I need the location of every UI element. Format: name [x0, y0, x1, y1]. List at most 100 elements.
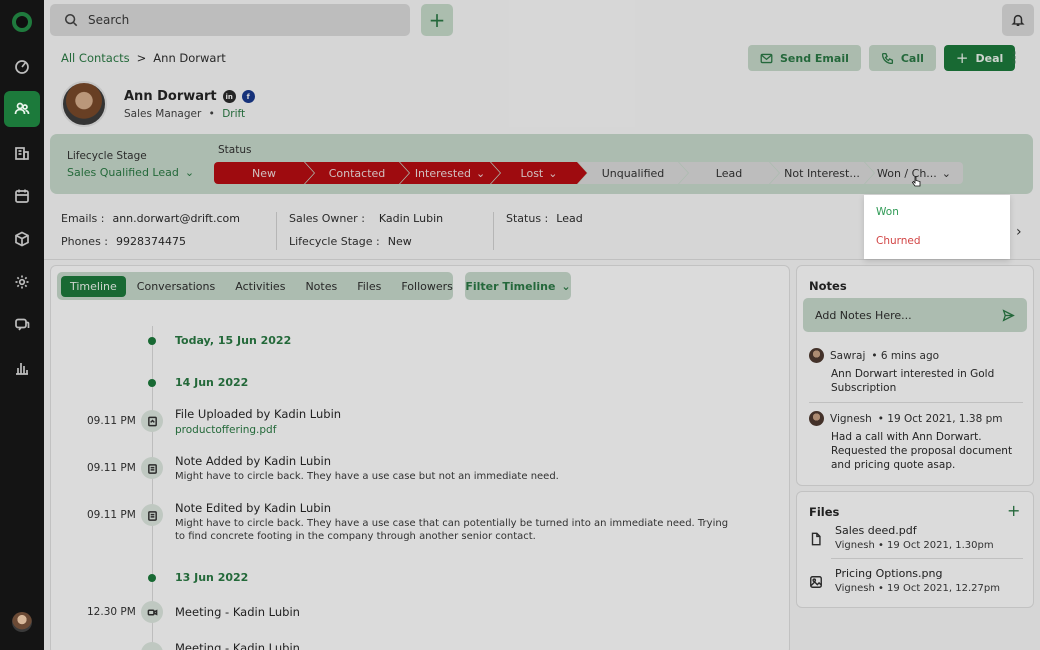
stage-new[interactable]: New	[214, 162, 314, 184]
add-deal-button[interactable]: + Deal	[943, 45, 1016, 71]
note-item: Vignesh • 19 Oct 2021, 1.38 pm Had a call…	[809, 411, 1023, 472]
file-link[interactable]: productoffering.pdf	[175, 424, 276, 436]
bell-icon	[1011, 14, 1025, 26]
status-field-value: Lead	[556, 212, 583, 225]
calendar-icon[interactable]	[12, 186, 32, 206]
files-title: Files	[809, 505, 840, 519]
settings-icon[interactable]	[12, 272, 32, 292]
stage-not-interested[interactable]: Not Interest...	[770, 162, 874, 184]
tab-timeline[interactable]: Timeline	[61, 275, 126, 297]
breadcrumb-current: Ann Dorwart	[153, 51, 226, 65]
stage-lost[interactable]: Lost ⌄	[491, 162, 587, 184]
filter-timeline-button[interactable]: Filter Timeline ⌄	[465, 272, 571, 300]
timeline-date: Today, 15 Jun 2022	[175, 334, 292, 347]
stage-label: Not Interest...	[784, 166, 860, 180]
event-time: 12.30 PM	[87, 606, 136, 618]
tab-followers[interactable]: Followers	[392, 276, 462, 297]
note-icon	[141, 504, 163, 526]
search-input[interactable]: Search	[50, 4, 410, 36]
tab-files[interactable]: Files	[348, 276, 390, 297]
company-link[interactable]: Drift	[222, 108, 245, 120]
phones-label: Phones :	[61, 235, 109, 248]
call-button[interactable]: Call	[868, 45, 936, 71]
search-icon	[64, 13, 78, 27]
won-churned-dropdown: Won Churned	[864, 195, 1010, 259]
quick-add-button[interactable]: +	[421, 4, 453, 36]
file-item[interactable]: Pricing Options.png Vignesh • 19 Oct 2021…	[809, 567, 1023, 594]
timeline-tabs: Timeline Conversations Activities Notes …	[57, 272, 453, 300]
dashboard-icon[interactable]	[12, 56, 32, 76]
note-text: Had a call with Ann Dorwart. Requested t…	[831, 431, 1013, 471]
event-title: File Uploaded by Kadin Lubin	[175, 407, 342, 421]
reports-icon[interactable]	[12, 358, 32, 378]
add-note-input[interactable]: Add Notes Here...	[803, 298, 1027, 332]
left-nav-rail	[0, 0, 44, 650]
send-icon[interactable]	[1002, 308, 1015, 322]
event-time: 09.11 PM	[87, 415, 136, 427]
event-title: Note Added by Kadin Lubin	[175, 454, 332, 468]
divider	[809, 402, 1023, 403]
file-item[interactable]: Sales deed.pdf Vignesh • 19 Oct 2021, 1.3…	[809, 524, 1023, 551]
status-label: Status	[218, 144, 252, 156]
notes-title: Notes	[809, 279, 847, 293]
contact-avatar	[61, 81, 107, 127]
event-time: 09.11 PM	[87, 462, 136, 474]
mail-icon	[760, 53, 773, 63]
note-time: • 19 Oct 2021, 1.38 pm	[877, 412, 1003, 425]
stage-label: Lost	[520, 166, 544, 180]
timeline-dot	[148, 574, 156, 582]
emails-label: Emails :	[61, 212, 105, 225]
tab-notes[interactable]: Notes	[296, 276, 346, 297]
stage-label: New	[252, 166, 276, 180]
note-input-placeholder: Add Notes Here...	[815, 308, 912, 322]
meeting-icon	[141, 642, 163, 650]
event-description: Might have to circle back. They have a u…	[175, 518, 729, 542]
contact-name-row: Ann Dorwart in f	[124, 89, 255, 104]
option-churned[interactable]: Churned	[864, 227, 1010, 256]
deal-label: Deal	[975, 51, 1004, 65]
facebook-icon[interactable]: f	[241, 90, 255, 103]
status-band: Lifecycle Stage Sales Qualified Lead ⌄ S…	[50, 134, 1033, 194]
stage-unqualified[interactable]: Unqualified	[578, 162, 688, 184]
more-options-icon[interactable]: ⋮	[1006, 50, 1022, 66]
contacts-icon[interactable]	[4, 91, 40, 127]
breadcrumb-all-contacts[interactable]: All Contacts	[61, 51, 130, 65]
linkedin-icon[interactable]: in	[222, 90, 236, 103]
chevron-down-icon: ⌄	[941, 166, 951, 180]
lifecycle-stage-value: New	[387, 235, 412, 248]
chat-icon[interactable]	[12, 315, 32, 335]
notifications-button[interactable]	[1002, 4, 1034, 36]
chevron-down-icon: ⌄	[184, 166, 195, 179]
chevron-right-icon[interactable]: ›	[1016, 224, 1022, 240]
timeline-panel: Timeline Conversations Activities Notes …	[50, 265, 790, 650]
contact-name: Ann Dorwart	[124, 89, 217, 104]
lifecycle-select[interactable]: Sales Qualified Lead ⌄	[67, 166, 194, 179]
stage-label: Lead	[715, 166, 743, 180]
user-avatar[interactable]	[12, 612, 32, 632]
stage-label: Contacted	[328, 166, 386, 180]
send-email-button[interactable]: Send Email	[748, 45, 861, 71]
timeline-date: 13 Jun 2022	[175, 571, 249, 584]
stage-contacted[interactable]: Contacted	[305, 162, 409, 184]
role-text: Sales Manager	[124, 108, 202, 120]
tab-conversations[interactable]: Conversations	[128, 276, 224, 297]
stage-interested[interactable]: Interested ⌄	[400, 162, 500, 184]
tab-activities[interactable]: Activities	[226, 276, 294, 297]
emails-value[interactable]: ann.dorwart@drift.com	[112, 212, 240, 225]
send-email-label: Send Email	[780, 51, 849, 65]
products-icon[interactable]	[12, 229, 32, 249]
event-title: Meeting - Kadin Lubin	[175, 641, 300, 650]
file-name: Pricing Options.png	[835, 567, 943, 580]
event-time: 09.11 PM	[87, 509, 136, 521]
timeline-dot	[148, 379, 156, 387]
companies-icon[interactable]	[12, 143, 32, 163]
option-won[interactable]: Won	[864, 198, 1010, 227]
add-file-icon[interactable]: +	[1007, 501, 1020, 520]
timeline-date: 14 Jun 2022	[175, 376, 249, 389]
phones-value[interactable]: 9928374475	[116, 235, 186, 248]
stage-lead[interactable]: Lead	[679, 162, 779, 184]
app-logo[interactable]	[12, 12, 32, 32]
stage-label: Unqualified	[601, 166, 665, 180]
filter-label: Filter Timeline	[465, 279, 556, 293]
stage-label: Won / Ch...	[877, 166, 937, 180]
